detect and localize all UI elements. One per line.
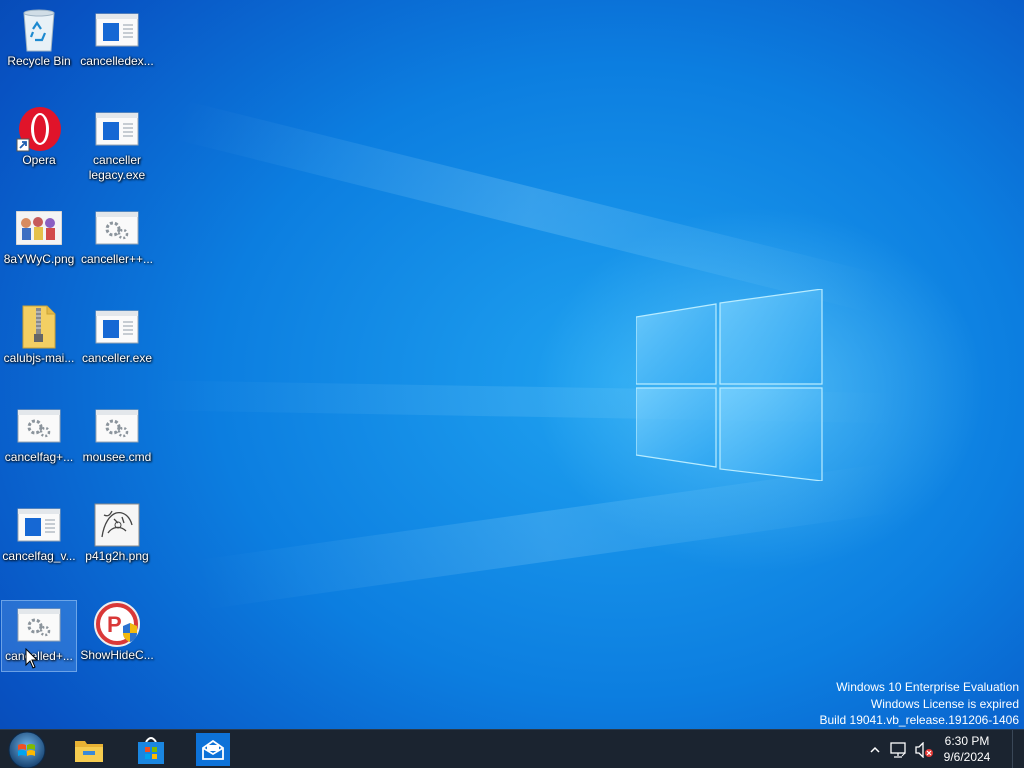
desktop-icon-label: mousee.cmd [82,450,152,464]
desktop-icon-8aywyc-png[interactable]: 8aYWyC.png [1,204,77,276]
exe-window-icon [93,105,141,153]
desktop-icon-label: canceller legacy.exe [88,153,146,182]
settings-file-icon [15,402,63,450]
exe-window-icon [93,303,141,351]
desktop-icon-label: cancelledex... [80,54,154,68]
start-orb-icon [8,731,46,768]
desktop-icon-calubjs-zip[interactable]: calubjs-mai... [1,303,77,375]
start-button[interactable] [2,730,52,768]
network-status-button[interactable] [889,740,909,760]
volume-muted-icon [915,742,933,758]
settings-file-icon [93,402,141,450]
desktop-icon-label: canceller.exe [81,351,153,365]
desktop[interactable]: Recycle Bin Opera 8aYWyC.png calubjs-mai… [0,0,1024,729]
mail-icon [202,739,224,760]
desktop-icon-canceller-plusplus[interactable]: canceller++... [79,204,155,276]
exe-window-icon [93,6,141,54]
watermark-edition: Windows 10 Enterprise Evaluation [836,680,1019,694]
desktop-icon-label: Recycle Bin [7,54,71,68]
settings-file-icon [15,601,63,649]
desktop-icon-cancelfag-v[interactable]: cancelfag_v... [1,501,77,573]
desktop-icon-opera[interactable]: Opera [1,105,77,177]
desktop-icon-label: calubjs-mai... [3,351,75,365]
windows-evaluation-watermark: Windows 10 Enterprise Evaluation Windows… [820,679,1020,729]
taskbar-file-explorer[interactable] [68,730,110,768]
desktop-icon-label: cancelled+... [5,649,73,663]
show-hidden-icons-button[interactable] [868,740,882,760]
desktop-icon-label: 8aYWyC.png [3,252,75,266]
taskbar: 6:30 PM 9/6/2024 [0,729,1024,768]
desktop-icon-canceller-legacy[interactable]: canceller legacy.exe [79,105,155,191]
desktop-icon-label: ShowHideC... [80,648,154,662]
desktop-icon-label: cancelfag_v... [2,549,76,563]
showhide-app-icon: P [93,600,141,648]
image-thumbnail-icon [15,204,63,252]
recycle-bin-icon [15,6,63,54]
desktop-icon-p41g2h-png[interactable]: p41g2h.png [79,501,155,573]
desktop-icon-cancelledex[interactable]: cancelledex... [79,6,155,78]
taskbar-microsoft-store[interactable] [130,730,172,768]
desktop-icon-canceller-exe[interactable]: canceller.exe [79,303,155,375]
watermark-license: Windows License is expired [870,696,1019,711]
clock-time: 6:30 PM [944,734,990,748]
file-explorer-icon [75,740,103,762]
desktop-icon-label: canceller++... [80,252,154,266]
desktop-icon-label: cancelfag+... [4,450,74,464]
desktop-icon-label: p41g2h.png [85,549,149,563]
desktop-icon-cancelled-plus[interactable]: cancelled+... [1,600,77,672]
desktop-icon-showhidec[interactable]: P ShowHideC... [79,600,155,672]
svg-text:P: P [107,612,122,637]
opera-icon [15,105,63,153]
desktop-icon-recycle-bin[interactable]: Recycle Bin [1,6,77,78]
windows-logo-wallpaper [636,289,823,481]
volume-button[interactable] [913,740,935,760]
desktop-icon-mousee-cmd[interactable]: mousee.cmd [79,402,155,474]
watermark-build: Build 19041.vb_release.191206-1406 [819,713,1020,727]
clock-date: 9/6/2024 [943,750,991,764]
chevron-up-icon [870,746,880,753]
taskbar-mail[interactable] [196,733,230,766]
desktop-icon-cancelfag-plus[interactable]: cancelfag+... [1,402,77,474]
exe-window-icon [15,501,63,549]
taskbar-clock[interactable]: 6:30 PM 9/6/2024 [936,733,998,765]
settings-file-icon [93,204,141,252]
network-icon [890,742,906,758]
desktop-icon-label: Opera [22,153,56,167]
show-desktop-button[interactable] [1012,730,1024,768]
zip-folder-icon [15,303,63,351]
store-icon [138,736,164,764]
image-thumbnail-icon [93,501,141,549]
mouse-pointer-icon [25,648,39,669]
